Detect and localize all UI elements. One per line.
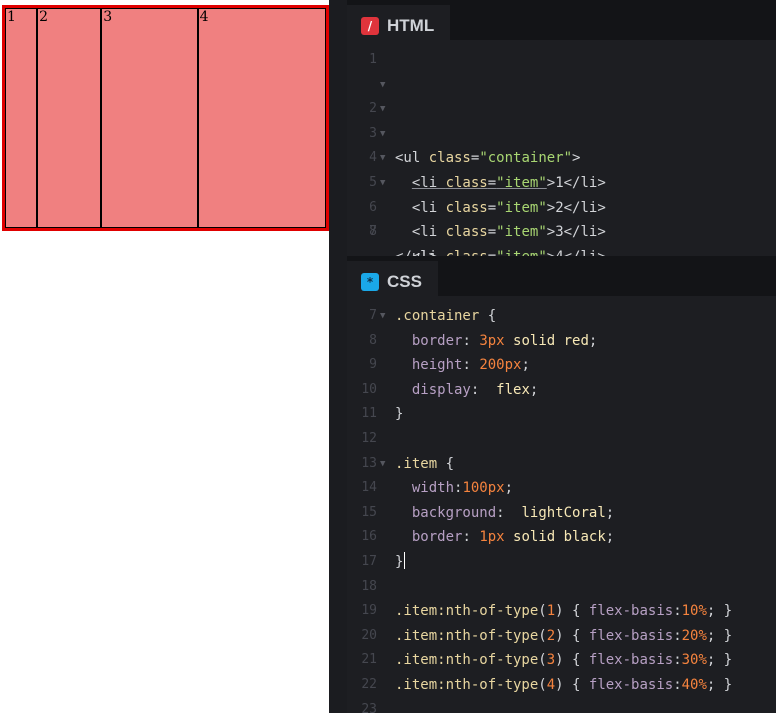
- tab-css[interactable]: * CSS: [347, 261, 438, 302]
- code-line: }: [395, 406, 404, 423]
- html-slash-icon: /: [361, 16, 379, 35]
- line-number: 9: [369, 357, 377, 373]
- code-line: .item:nth-of-type(4) { flex-basis:40%; }: [395, 676, 733, 693]
- css-tab-bar: * CSS: [347, 256, 776, 302]
- line-number: 17: [361, 553, 377, 569]
- line-number: 8: [369, 224, 377, 240]
- line-number: 12: [361, 430, 377, 446]
- css-editor[interactable]: * CSS 7 ▼ .container {8 border: 3px solid …: [347, 256, 776, 713]
- code-line: border: 3px solid red;: [411, 332, 598, 349]
- css-code[interactable]: 7 ▼ .container {8 border: 3px solid red; 9 …: [347, 304, 776, 713]
- tab-css-label: CSS: [387, 271, 422, 291]
- fold-toggle-icon[interactable]: ▼: [380, 97, 385, 122]
- code-line: .item:nth-of-type(3) { flex-basis:30%; }: [395, 652, 733, 669]
- html-code[interactable]: 1 2 ▼ <ul class="container"> 3 ▼ <li cla…: [347, 48, 776, 256]
- fold-toggle-icon[interactable]: ▼: [380, 122, 385, 147]
- pane-resize-handle[interactable]: [329, 0, 347, 713]
- line-number: 22: [361, 676, 377, 692]
- fold-toggle-icon[interactable]: ▼: [380, 452, 385, 477]
- code-line: border: 1px solid black;: [411, 529, 615, 546]
- tab-html-label: HTML: [387, 15, 435, 35]
- text-cursor: [404, 551, 406, 569]
- fold-toggle-icon[interactable]: ▼: [380, 171, 385, 196]
- line-number: 21: [361, 652, 377, 668]
- html-tab-bar: / HTML: [347, 0, 776, 46]
- line-number: 8: [369, 332, 377, 348]
- line-number: 10: [361, 381, 377, 397]
- line-number: 11: [361, 406, 377, 422]
- code-line: .item {: [395, 455, 455, 472]
- line-number: 19: [361, 603, 377, 619]
- fold-toggle-icon[interactable]: ▼: [380, 73, 385, 98]
- line-number: 13: [361, 455, 377, 471]
- flex-item-2: 2: [37, 8, 102, 228]
- code-line: }: [395, 551, 406, 570]
- flex-item-1: 1: [5, 8, 38, 228]
- fold-toggle-icon[interactable]: ▼: [380, 304, 385, 329]
- code-line: width:100px;: [411, 480, 514, 497]
- line-number: 1: [369, 52, 377, 67]
- html-editor[interactable]: / HTML 1 2 ▼ <ul class="container"> 3 ▼ …: [347, 0, 776, 256]
- code-line: </ul>: [395, 245, 437, 256]
- code-line: background: lightCoral;: [411, 504, 615, 521]
- line-number: 18: [361, 578, 377, 594]
- css-asterisk-icon: *: [361, 272, 379, 291]
- code-line: .item:nth-of-type(2) { flex-basis:20%; }: [395, 627, 733, 644]
- line-number: 14: [361, 480, 377, 496]
- flex-item-4: 4: [197, 8, 326, 228]
- flex-item-3: 3: [101, 8, 198, 228]
- preview-pane: 1234: [0, 0, 329, 713]
- line-number: 15: [361, 504, 377, 520]
- line-number: 7: [369, 308, 377, 323]
- line-number: 16: [361, 529, 377, 545]
- code-line: display: flex;: [411, 381, 539, 398]
- code-line: height: 200px;: [411, 357, 530, 374]
- code-line: .item:nth-of-type(1) { flex-basis:10%; }: [395, 603, 733, 620]
- code-line: .container {: [395, 308, 497, 324]
- tab-html[interactable]: / HTML: [347, 5, 451, 46]
- fold-toggle-icon[interactable]: ▼: [380, 146, 385, 171]
- line-number: 23: [361, 701, 377, 713]
- line-number: 20: [361, 627, 377, 643]
- flex-container: 1234: [2, 5, 329, 231]
